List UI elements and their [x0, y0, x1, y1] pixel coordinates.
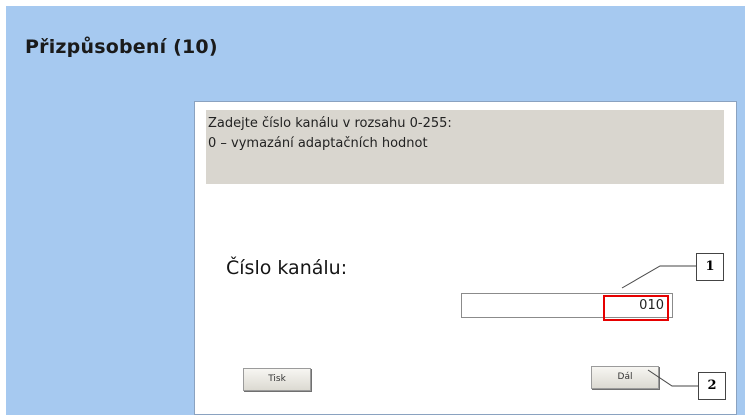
callout-2-leader — [647, 369, 698, 387]
callout-marker-2: 2 — [698, 372, 726, 400]
callout-1-leader — [621, 265, 696, 289]
callout-leader-lines — [621, 265, 698, 387]
callout-marker-1: 1 — [696, 253, 724, 281]
